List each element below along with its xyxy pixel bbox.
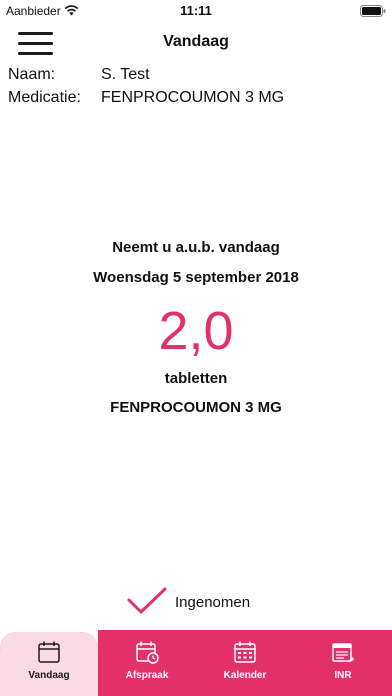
dose-instruction: Neemt u a.u.b. vandaag [112,239,280,256]
medication-row: Medicatie: FENPROCOUMON 3 MG [8,89,388,112]
patient-info: Naam: S. Test Medicatie: FENPROCOUMON 3 … [8,66,388,112]
dose-block: Neemt u a.u.b. vandaag Woensdag 5 septem… [0,238,392,418]
calendar-grid-icon [234,641,256,663]
tab-inr[interactable]: INR [294,630,392,696]
page-title: Vandaag [163,33,229,50]
tab-label: INR [334,670,352,681]
calendar-clock-icon [136,641,159,664]
checkmark-icon [127,587,167,614]
medication-label: Medicatie: [8,89,81,106]
tab-label: Kalender [223,670,267,681]
name-value: S. Test [101,66,150,83]
calendar-icon [38,641,60,663]
nav-bar: Vandaag [0,22,392,64]
dose-unit: tabletten [164,370,228,387]
status-bar: Aanbieder 11:11 [0,0,392,22]
name-label: Naam: [8,66,56,83]
battery-icon [360,5,386,17]
dose-medication: FENPROCOUMON 3 MG [110,399,282,416]
tab-kalender[interactable]: Kalender [196,630,294,696]
taken-button[interactable]: Ingenomen [126,584,266,622]
status-time: 11:11 [180,3,212,18]
name-row: Naam: S. Test [8,66,388,89]
tab-label: Vandaag [28,670,70,681]
dose-amount: 2,0 [158,301,234,361]
tab-afspraak[interactable]: Afspraak [98,630,196,696]
tab-bar: Vandaag Afspraak Kalender INR [0,630,392,696]
medication-value: FENPROCOUMON 3 MG [101,89,285,106]
dose-date: Woensdag 5 september 2018 [93,269,299,286]
inr-log-icon [332,643,354,662]
tab-label: Afspraak [125,670,169,681]
taken-label: Ingenomen [175,594,251,611]
tab-vandaag[interactable]: Vandaag [0,630,98,696]
